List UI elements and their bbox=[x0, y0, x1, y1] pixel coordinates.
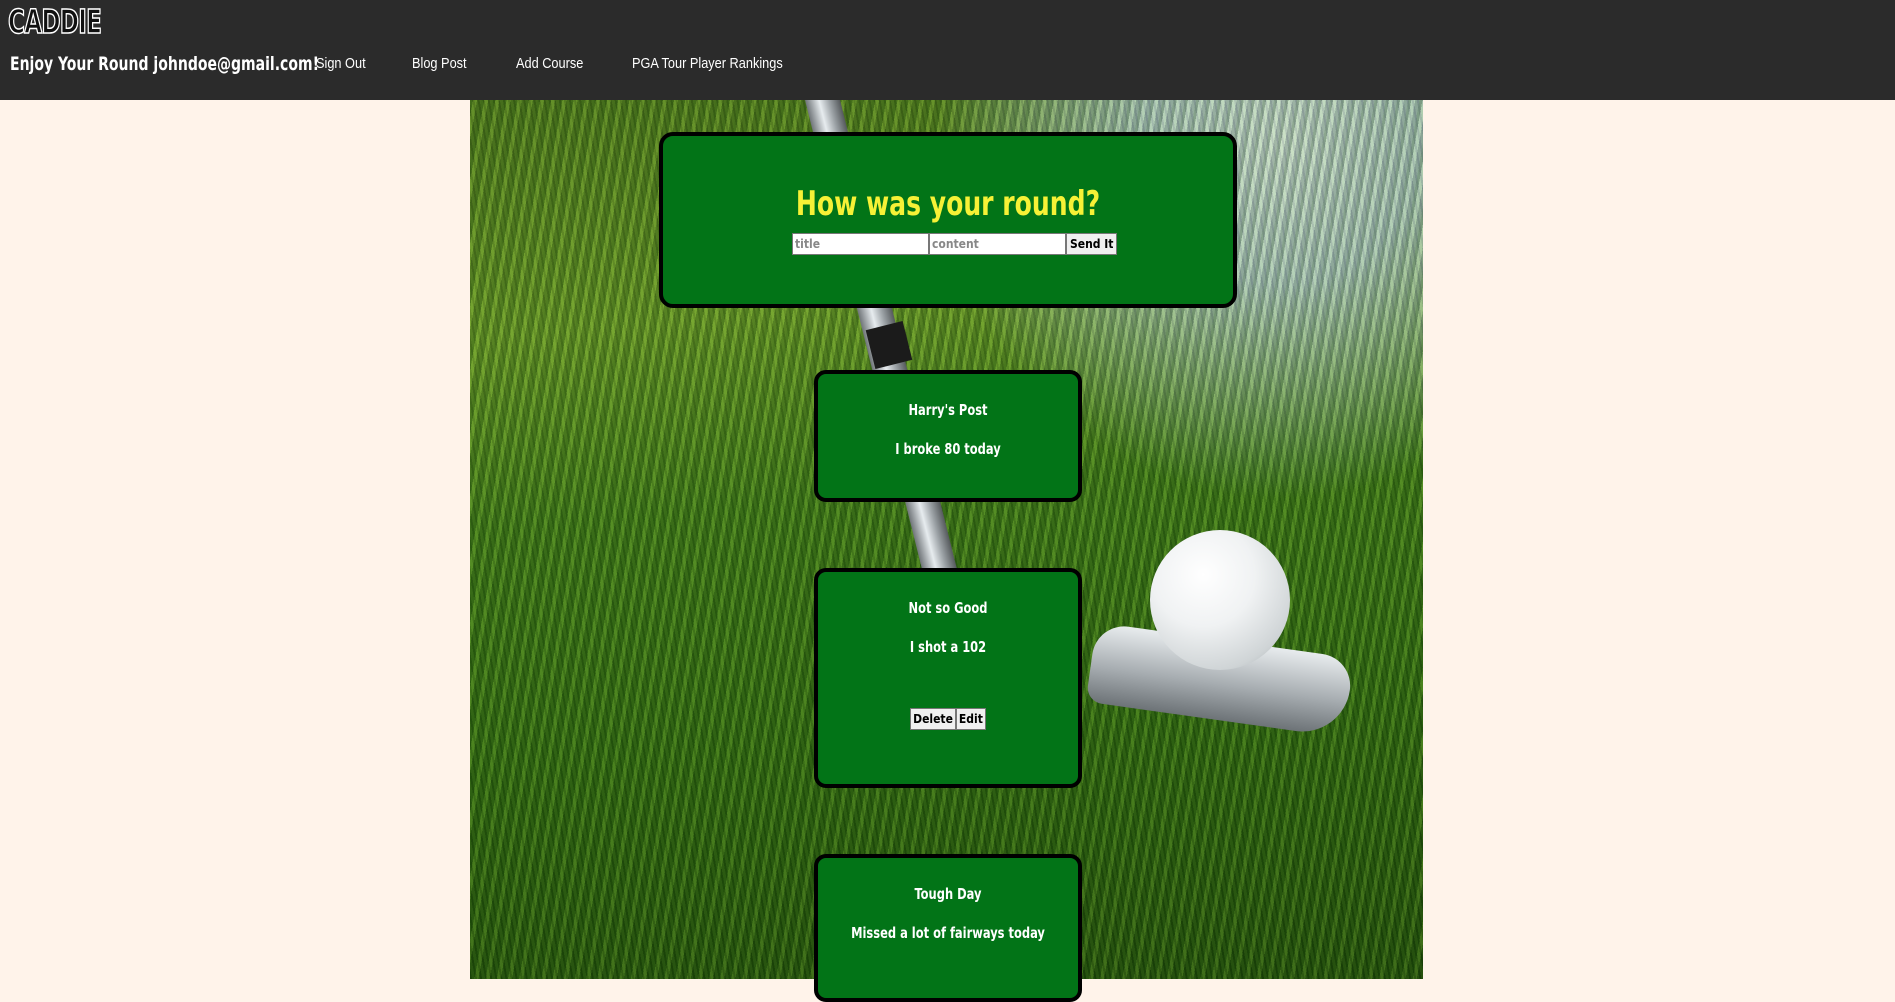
nav-blog-post[interactable]: Blog Post bbox=[412, 55, 467, 72]
post-title: Not so Good bbox=[908, 599, 988, 617]
edit-button[interactable]: Edit bbox=[955, 708, 986, 730]
nav-bar: Enjoy Your Round johndoe@gmail.com! bbox=[10, 52, 349, 76]
nav-add-course[interactable]: Add Course bbox=[516, 55, 583, 72]
content-input[interactable] bbox=[929, 233, 1066, 255]
post-content: I shot a 102 bbox=[909, 638, 987, 656]
post-title: Tough Day bbox=[914, 885, 982, 903]
send-it-button[interactable]: Send It bbox=[1066, 233, 1118, 255]
post-form-card: How was your round? Send It bbox=[659, 132, 1237, 308]
post-content: Missed a lot of fairways today bbox=[851, 924, 1045, 942]
top-header: CADDIE Enjoy Your Round johndoe@gmail.co… bbox=[0, 0, 1895, 100]
post-form-row: Send It bbox=[792, 233, 1118, 255]
form-heading: How was your round? bbox=[795, 184, 1101, 224]
post-card: Not so Good I shot a 102 Delete Edit bbox=[814, 568, 1082, 788]
delete-button[interactable]: Delete bbox=[910, 708, 956, 730]
post-content: I broke 80 today bbox=[895, 440, 1001, 458]
title-input[interactable] bbox=[792, 233, 929, 255]
nav-sign-out[interactable]: Sign Out bbox=[316, 55, 366, 72]
post-actions: Delete Edit bbox=[818, 708, 1078, 730]
nav-pga-rankings[interactable]: PGA Tour Player Rankings bbox=[632, 55, 783, 72]
greeting-text: Enjoy Your Round johndoe@gmail.com! bbox=[10, 53, 319, 75]
post-card: Tough Day Missed a lot of fairways today bbox=[814, 854, 1082, 1002]
post-title: Harry's Post bbox=[908, 401, 988, 419]
golf-ball bbox=[1150, 530, 1290, 670]
post-card: Harry's Post I broke 80 today bbox=[814, 370, 1082, 502]
app-logo[interactable]: CADDIE bbox=[7, 1, 102, 42]
